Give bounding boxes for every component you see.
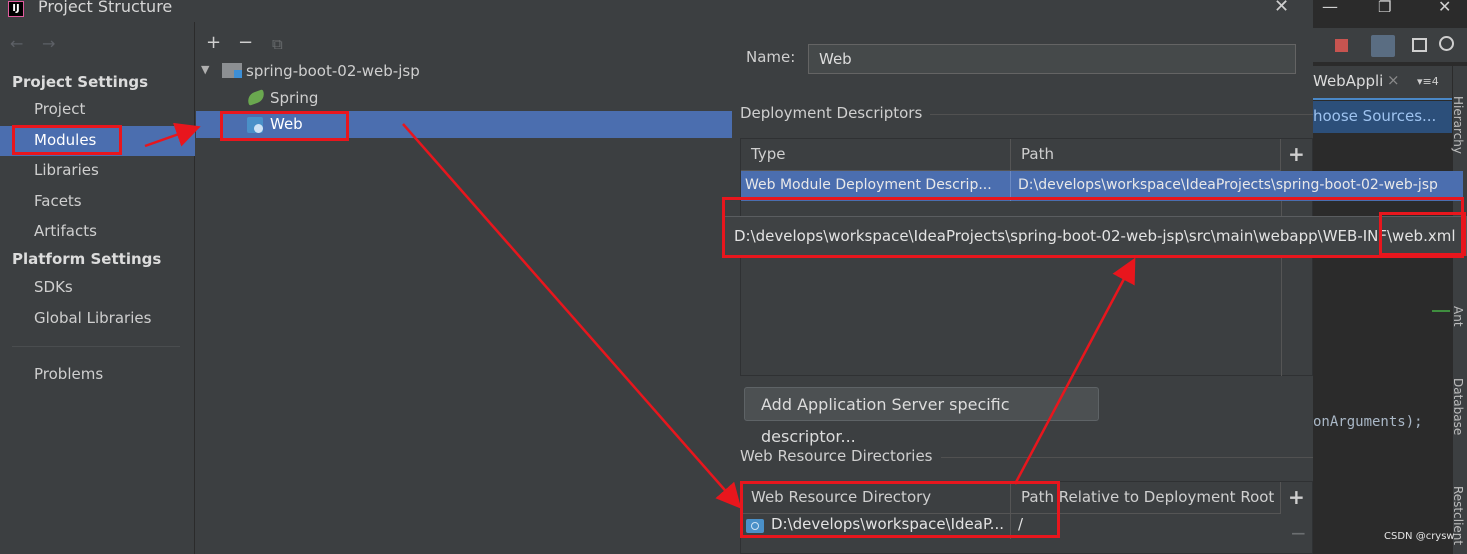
annotation-arrows (144, 122, 1136, 509)
arrow-web-to-resource (402, 123, 742, 509)
arrow-resource-to-descriptor (1013, 257, 1136, 485)
arrow-modules-to-web (144, 122, 201, 148)
